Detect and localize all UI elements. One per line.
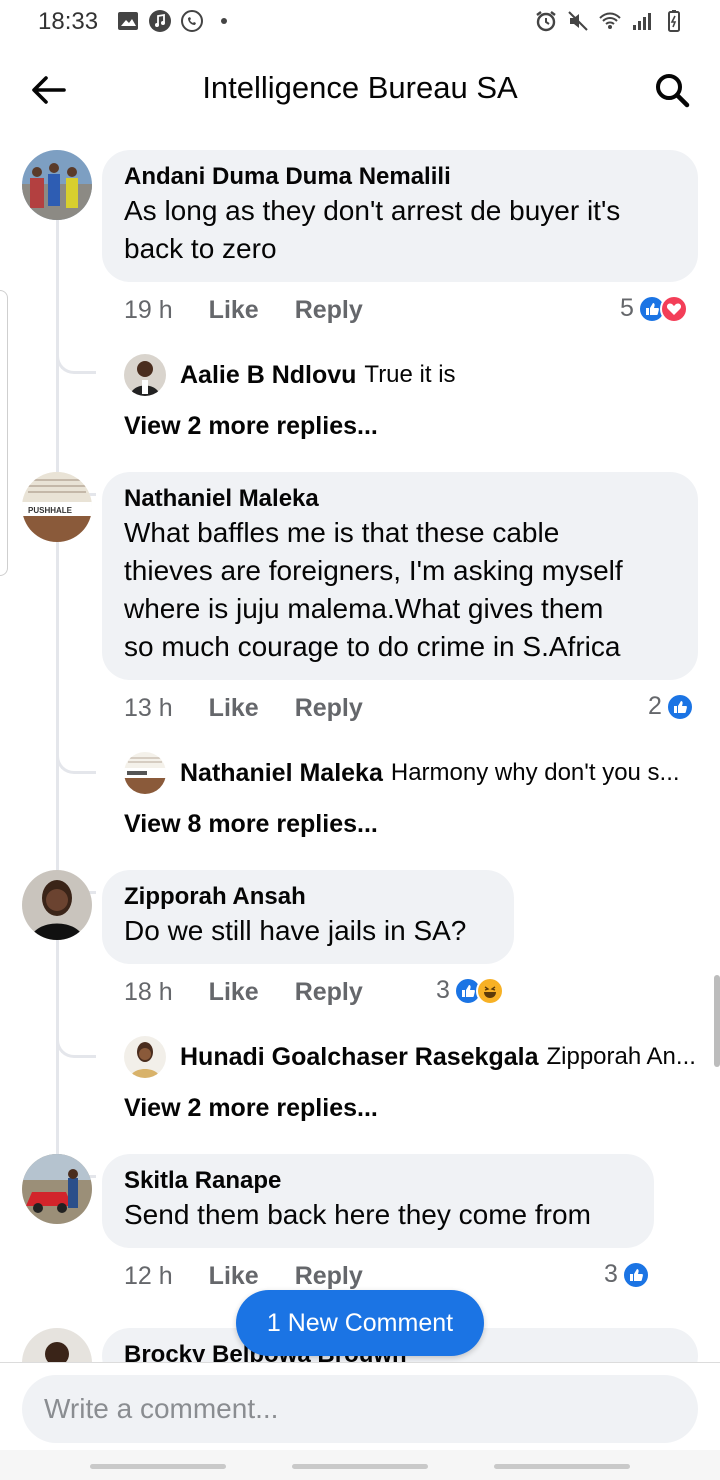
- comment-text-line: so much courage to do crime in S.Africa: [124, 631, 621, 662]
- avatar[interactable]: PUSHHALE: [22, 472, 92, 542]
- reply-button[interactable]: Reply: [295, 1262, 363, 1291]
- new-comment-button[interactable]: 1 New Comment: [236, 1290, 484, 1356]
- whatsapp-icon: [181, 10, 203, 32]
- header: Intelligence Bureau SA: [0, 54, 720, 124]
- view-more-replies[interactable]: View 2 more replies...: [124, 1094, 378, 1123]
- like-button[interactable]: Like: [209, 296, 259, 325]
- comment-text-line: Send them back here they come from: [124, 1199, 591, 1230]
- comment-text-line: What baffles me is that these cable: [124, 517, 560, 548]
- battery-icon: [668, 10, 680, 32]
- reply-button[interactable]: Reply: [295, 978, 363, 1007]
- comment-actions: 18 h Like Reply: [124, 978, 363, 1007]
- comment-actions: 12 h Like Reply: [124, 1262, 363, 1291]
- comment-text-line: Do we still have jails in SA?: [124, 915, 467, 946]
- reply-preview[interactable]: Hunadi Goalchaser Rasekgala Zipporah An.…: [124, 1036, 696, 1078]
- reaction-summary[interactable]: 2: [648, 692, 694, 721]
- like-button[interactable]: Like: [209, 978, 259, 1007]
- gallery-icon: [118, 12, 138, 30]
- reaction-count: 5: [620, 294, 634, 322]
- comment-author[interactable]: Nathaniel Maleka: [124, 484, 676, 514]
- comment-bubble[interactable]: Nathaniel Maleka What baffles me is that…: [102, 472, 698, 680]
- alarm-icon: [536, 11, 556, 32]
- comment-time: 18 h: [124, 978, 173, 1006]
- reply-button[interactable]: Reply: [295, 694, 363, 723]
- status-time: 18:33: [38, 8, 99, 35]
- reply-author[interactable]: Hunadi Goalchaser Rasekgala: [180, 1043, 538, 1072]
- comment-composer: [0, 1362, 720, 1450]
- music-icon: [149, 10, 171, 32]
- search-icon: [656, 74, 690, 108]
- nav-home-bar[interactable]: [292, 1464, 428, 1469]
- reaction-summary[interactable]: 5: [620, 294, 688, 323]
- comment-time: 13 h: [124, 694, 173, 722]
- comment-time: 19 h: [124, 296, 173, 324]
- comment-text-line: back to zero: [124, 233, 277, 264]
- haha-reaction-icon: [475, 976, 504, 1005]
- comment-text-line: where is juju malema.What gives them: [124, 593, 604, 624]
- comment-author[interactable]: Zipporah Ansah: [124, 882, 492, 912]
- search-button[interactable]: [650, 68, 694, 112]
- comment-input[interactable]: [22, 1375, 698, 1443]
- nav-back-bar[interactable]: [494, 1464, 630, 1469]
- avatar[interactable]: [124, 752, 166, 794]
- reaction-count: 2: [648, 692, 662, 720]
- thread-connector: [56, 220, 96, 496]
- avatar[interactable]: [124, 1036, 166, 1078]
- comment-text-line: As long as they don't arrest de buyer it…: [124, 195, 621, 226]
- system-nav-bar: [0, 1450, 720, 1480]
- reply-text: Zipporah An...: [546, 1043, 696, 1070]
- comment-author[interactable]: Skitla Ranape: [124, 1166, 632, 1196]
- thread-connector: [56, 542, 96, 894]
- reply-preview[interactable]: Nathaniel Maleka Harmony why don't you s…: [124, 752, 680, 794]
- avatar-logo-text: PUSHHALE: [28, 506, 73, 515]
- edge-panel-handle[interactable]: [0, 290, 8, 576]
- mute-icon: [568, 11, 588, 31]
- reply-author[interactable]: Nathaniel Maleka: [180, 759, 383, 788]
- reaction-count: 3: [604, 1260, 618, 1288]
- avatar[interactable]: [124, 354, 166, 396]
- status-right-icons: [534, 9, 686, 33]
- wifi-icon: [599, 12, 621, 29]
- avatar[interactable]: [22, 1328, 92, 1362]
- like-reaction-icon: [665, 692, 694, 721]
- page-title: Intelligence Bureau SA: [202, 70, 518, 105]
- comment-time: 12 h: [124, 1262, 173, 1290]
- comment-bubble[interactable]: Andani Duma Duma Nemalili As long as the…: [102, 150, 698, 282]
- like-button[interactable]: Like: [209, 694, 259, 723]
- avatar[interactable]: [22, 1154, 92, 1224]
- love-reaction-icon: [659, 294, 688, 323]
- signal-icon: [633, 13, 651, 30]
- dot-icon: [221, 18, 227, 24]
- view-more-replies[interactable]: View 8 more replies...: [124, 810, 378, 839]
- comment-bubble[interactable]: Zipporah Ansah Do we still have jails in…: [102, 870, 514, 964]
- like-reaction-icon: [621, 1260, 650, 1289]
- comment-actions: 19 h Like Reply: [124, 296, 363, 325]
- nav-recents-bar[interactable]: [90, 1464, 226, 1469]
- reply-text: Harmony why don't you s...: [390, 759, 680, 786]
- like-button[interactable]: Like: [209, 1262, 259, 1291]
- view-more-replies[interactable]: View 2 more replies...: [124, 412, 378, 441]
- comment-bubble[interactable]: Skitla Ranape Send them back here they c…: [102, 1154, 654, 1248]
- avatar[interactable]: [22, 150, 92, 220]
- scrollbar-thumb[interactable]: [714, 975, 720, 1067]
- reply-text: True it is: [364, 361, 456, 388]
- reply-button[interactable]: Reply: [295, 296, 363, 325]
- status-left-icons: [116, 9, 236, 33]
- comment-text-line: thieves are foreigners, I'm asking mysel…: [124, 555, 623, 586]
- reaction-summary[interactable]: 3: [436, 976, 504, 1005]
- reply-author[interactable]: Aalie B Ndlovu: [180, 361, 356, 390]
- comment-actions: 13 h Like Reply: [124, 694, 363, 723]
- thread-connector: [56, 940, 96, 1178]
- comment-author[interactable]: Andani Duma Duma Nemalili: [124, 162, 676, 192]
- reaction-count: 3: [436, 976, 450, 1004]
- reply-preview[interactable]: Aalie B Ndlovu True it is: [124, 354, 456, 396]
- reaction-summary[interactable]: 3: [604, 1260, 650, 1289]
- status-bar: 18:33: [0, 0, 720, 44]
- avatar[interactable]: [22, 870, 92, 940]
